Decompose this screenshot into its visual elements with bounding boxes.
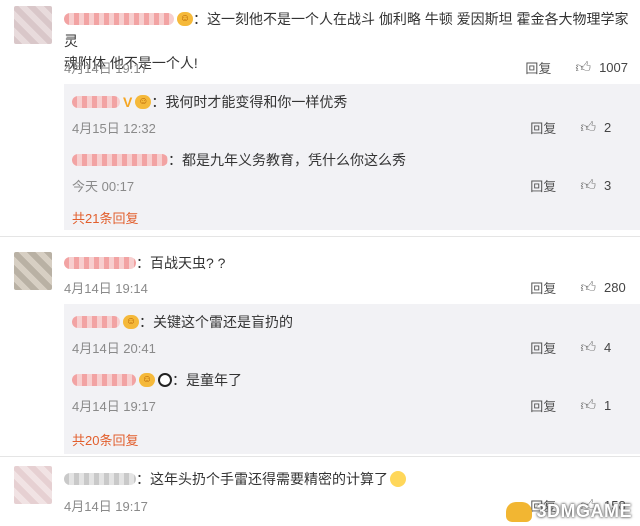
reply-actions: 回复 👍︎ 2 xyxy=(530,118,628,137)
more-replies-link[interactable]: 共21条回复 xyxy=(72,208,138,227)
vip-badge-icon: ☺ xyxy=(123,315,139,329)
vip-badge-icon: ☺ xyxy=(177,12,193,26)
divider xyxy=(0,236,640,237)
thumbs-up-icon[interactable]: 👍︎ xyxy=(580,177,596,195)
panda-icon xyxy=(158,373,172,387)
username-blurred[interactable] xyxy=(64,13,174,25)
reply-button[interactable]: 回复 xyxy=(525,58,551,77)
avatar[interactable] xyxy=(14,466,52,504)
comment-body: ：这年头扔个手雷还得需要精密的计算了 xyxy=(64,468,406,490)
reply-button[interactable]: 回复 xyxy=(530,118,556,137)
comment-actions: 回复 👍︎ 280 xyxy=(530,278,628,297)
reply-time: 今天 00:17 xyxy=(72,179,135,194)
comment-time: 4月14日 19:14 xyxy=(64,281,148,296)
more-replies-link[interactable]: 共20条回复 xyxy=(72,430,138,449)
like-count: 1 xyxy=(604,398,612,413)
like-count: 2 xyxy=(604,120,612,135)
comment-body: ：百战天虫? ? xyxy=(64,252,225,274)
verified-v-icon: V xyxy=(123,94,133,110)
like-count: 280 xyxy=(604,280,626,295)
reply-item: V ☺ ：我何时才能变得和你一样优秀 4月15日 12:32 回复 👍︎ 2 xyxy=(64,84,640,142)
reply-actions: 回复 👍︎ 3 xyxy=(530,176,628,195)
thumbs-up-icon[interactable]: 👍︎ xyxy=(580,119,596,137)
reply-text: 我何时才能变得和你一样优秀 xyxy=(165,94,348,110)
comment-text: 百战天虫? ? xyxy=(150,255,226,271)
username-blurred[interactable] xyxy=(72,96,120,108)
reply-list: ☺ ：关键这个雷还是盲扔的 4月14日 20:41 回复 👍︎ 4 ☺ ：是童年了 … xyxy=(64,304,640,454)
avatar[interactable] xyxy=(14,252,52,290)
username-blurred[interactable] xyxy=(72,374,136,386)
reply-text: 都是九年义务教育，凭什么你这么秀 xyxy=(182,152,406,168)
comment-text: 这年头扔个手雷还得需要精密的计算了 xyxy=(150,471,388,487)
reply-item: ☺ ：关键这个雷还是盲扔的 4月14日 20:41 回复 👍︎ 4 xyxy=(64,304,640,362)
reply-time: 4月14日 19:17 xyxy=(72,399,156,414)
mascot-icon xyxy=(506,502,533,522)
reply-time: 4月15日 12:32 xyxy=(72,121,156,136)
reply-item: ☺ ：是童年了 4月14日 19:17 回复 👍︎ 1 xyxy=(64,362,640,420)
thumbs-up-icon[interactable]: 👍︎ xyxy=(575,59,591,77)
reply-list: V ☺ ：我何时才能变得和你一样优秀 4月15日 12:32 回复 👍︎ 2 ：都是… xyxy=(64,84,640,230)
reply-actions: 回复 👍︎ 1 xyxy=(530,396,628,415)
vip-badge-icon: ☺ xyxy=(135,95,152,109)
divider xyxy=(0,456,640,457)
reply-time: 4月14日 20:41 xyxy=(72,341,156,356)
like-count: 4 xyxy=(604,340,612,355)
comment-time: 4月14日 19:17 xyxy=(64,499,148,514)
thumbs-up-icon[interactable]: 👍︎ xyxy=(580,279,596,297)
comment: ☺ ：这一刻他不是一个人在战斗 伽利略 牛顿 爱因斯坦 霍金各大物理学家灵 魂附体… xyxy=(0,0,640,232)
reply-button[interactable]: 回复 xyxy=(530,278,556,297)
reply-actions: 回复 👍︎ 4 xyxy=(530,338,628,357)
thumbs-up-icon[interactable]: 👍︎ xyxy=(580,339,596,357)
reply-text: 关键这个雷还是盲扔的 xyxy=(153,314,293,330)
username-blurred[interactable] xyxy=(64,257,136,269)
avatar[interactable] xyxy=(14,6,52,44)
comment-actions: 回复 👍︎ 1007 xyxy=(525,58,628,77)
username-blurred[interactable] xyxy=(72,154,168,166)
comment: ：百战天虫? ? 4月14日 19:14 回复 👍︎ 280 ☺ ：关键这个雷还是… xyxy=(0,240,640,456)
vip-badge-icon: ☺ xyxy=(139,373,155,387)
reply-button[interactable]: 回复 xyxy=(530,338,556,357)
reply-button[interactable]: 回复 xyxy=(530,396,556,415)
reply-item: ：都是九年义务教育，凭什么你这么秀 今天 00:17 回复 👍︎ 3 xyxy=(64,142,640,200)
thinking-emoji-icon xyxy=(390,471,406,487)
username-blurred[interactable] xyxy=(72,316,120,328)
comment-time: 4月14日 19:17 xyxy=(64,61,148,76)
reply-text: 是童年了 xyxy=(186,372,242,388)
reply-button[interactable]: 回复 xyxy=(530,176,556,195)
username-blurred[interactable] xyxy=(64,473,136,485)
like-count: 3 xyxy=(604,178,612,193)
like-count: 1007 xyxy=(599,60,628,75)
watermark-logo: 3DMGAME xyxy=(506,501,632,522)
thumbs-up-icon[interactable]: 👍︎ xyxy=(580,397,596,415)
